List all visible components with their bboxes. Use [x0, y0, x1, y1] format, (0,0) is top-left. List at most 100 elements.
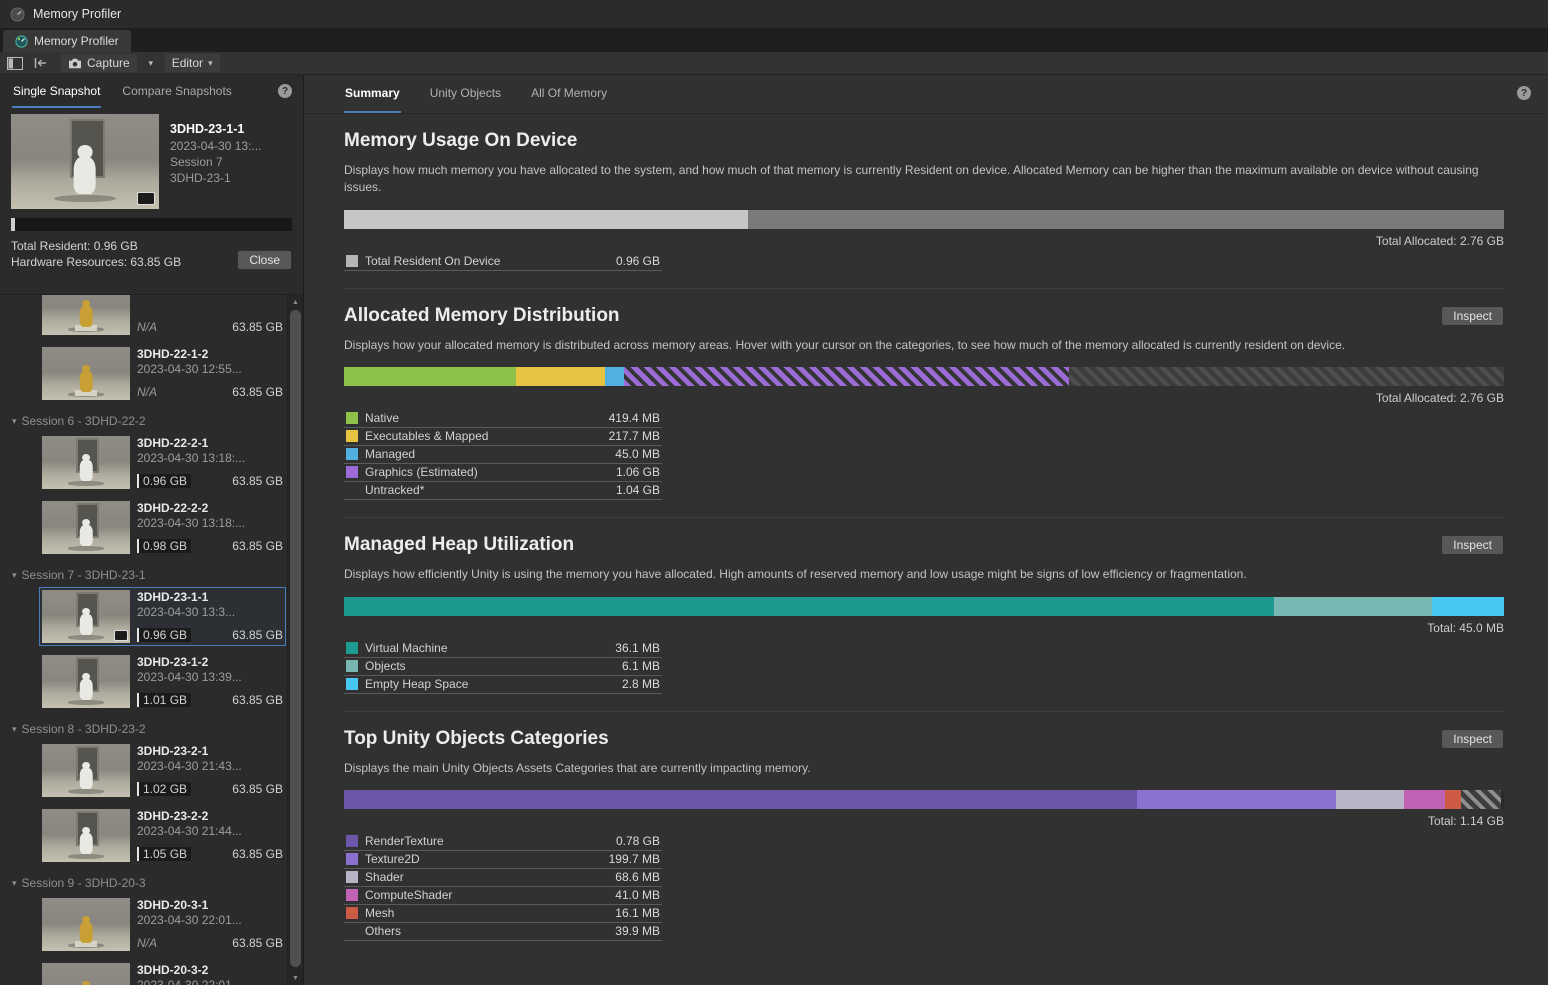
snapshot-date: 2023-04-30 21:44...: [137, 824, 283, 838]
legend-value: 199.7 MB: [609, 852, 660, 866]
section-description: Displays how much memory you have alloca…: [344, 162, 1504, 197]
import-snapshot-button[interactable]: [29, 54, 51, 72]
bar-segment-shader[interactable]: [1336, 790, 1404, 809]
snapshot-info: 3DHD-23-2-22023-04-30 21:44...1.05 GB63.…: [137, 809, 283, 862]
resident-value: N/A: [137, 936, 157, 950]
snapshots-sidebar: Single Snapshot Compare Snapshots ? 3DHD…: [0, 75, 304, 985]
bar-segment-computeshader[interactable]: [1404, 790, 1445, 809]
tab-unity-objects[interactable]: Unity Objects: [429, 75, 502, 113]
gold-statue-figure: [76, 365, 95, 393]
thumbnail-shadow: [68, 481, 105, 485]
legend-row-executables-mapped: Executables & Mapped217.7 MB: [344, 428, 662, 446]
snapshot-item-3dhd-23-2-1[interactable]: 3DHD-23-2-12023-04-30 21:43...1.02 GB63.…: [39, 741, 286, 800]
legend-value: 2.8 MB: [622, 677, 660, 691]
snapshot-item[interactable]: 2023-04-30 12:54...N/A63.85 GB: [39, 295, 286, 338]
session-header-session-8-3dhd-23-2[interactable]: ▾Session 8 - 3DHD-23-2: [0, 717, 288, 739]
legend-swatch-icon: [346, 255, 358, 267]
bar-segment-total-resident-on-device[interactable]: [344, 210, 748, 229]
tab-memory-profiler[interactable]: Memory Profiler: [3, 30, 131, 52]
help-icon[interactable]: ?: [1517, 86, 1531, 100]
snapshot-thumbnail: [42, 655, 130, 708]
window-titlebar: Memory Profiler: [0, 0, 1548, 29]
legend-row-untracked: Untracked*1.04 GB: [344, 482, 662, 500]
session-header-label: Session 8 - 3DHD-23-2: [22, 722, 146, 736]
tab-summary[interactable]: Summary: [344, 75, 401, 113]
session-header-session-7-3dhd-23-1[interactable]: ▾Session 7 - 3DHD-23-1: [0, 563, 288, 585]
snapshot-thumbnail: [42, 436, 130, 489]
snapshot-thumbnail: [42, 809, 130, 862]
snapshot-thumbnail: [42, 963, 130, 985]
legend-label: Mesh: [365, 906, 608, 920]
sidebar-scrollbar[interactable]: ▲ ▼: [287, 295, 303, 985]
bar-segment-managed[interactable]: [605, 367, 624, 386]
bar-segment-objects[interactable]: [1274, 597, 1432, 616]
total-label: Total: 1.14 GB: [344, 814, 1504, 828]
bar-segment-rendertexture[interactable]: [344, 790, 1137, 809]
thumbnail-shadow: [68, 700, 105, 704]
snapshot-item-3dhd-23-1-1[interactable]: 3DHD-23-1-12023-04-30 13:3...0.96 GB63.8…: [39, 587, 286, 646]
snapshot-date: 2023-04-30 13:3...: [137, 605, 283, 619]
bar-segment-untracked[interactable]: [1069, 367, 1504, 386]
capture-dropdown[interactable]: ▾: [140, 54, 162, 72]
snapshot-date: 2023-04-30 13:...: [170, 138, 261, 154]
scrollbar-thumb[interactable]: [290, 310, 301, 967]
total-label: Total: 45.0 MB: [344, 621, 1504, 635]
legend-row-graphics-estimated: Graphics (Estimated)1.06 GB: [344, 464, 662, 482]
snapshot-item-3dhd-22-2-1[interactable]: 3DHD-22-2-12023-04-30 13:18:...0.96 GB63…: [39, 433, 286, 492]
session-header-session-9-3dhd-20-3[interactable]: ▾Session 9 - 3DHD-20-3: [0, 871, 288, 893]
help-icon[interactable]: ?: [278, 84, 292, 98]
snapshot-values: N/A63.85 GB: [137, 936, 283, 951]
snapshot-title: 3DHD-23-1-1: [170, 121, 261, 138]
total-allocated-label: Total Allocated: 2.76 GB: [344, 391, 1504, 405]
legend-row-mesh: Mesh 16.1 MB: [344, 905, 662, 923]
bar-segment-allocated-remainder[interactable]: [748, 210, 1504, 229]
legend-label: Untracked*: [365, 483, 609, 497]
snapshot-item-3dhd-23-2-2[interactable]: 3DHD-23-2-22023-04-30 21:44...1.05 GB63.…: [39, 806, 286, 865]
bar-segment-empty-heap-space[interactable]: [1432, 597, 1504, 616]
resident-memory-fill: [11, 218, 15, 231]
legend-value: 16.1 MB: [615, 906, 660, 920]
astronaut-figure: [76, 762, 95, 790]
snapshot-info: 3DHD-22-1-22023-04-30 12:55...N/A63.85 G…: [137, 347, 283, 400]
bar-segment-virtual-machine[interactable]: [344, 597, 1274, 616]
thumbnail-shadow: [68, 943, 105, 947]
bar-segment-texture2d[interactable]: [1137, 790, 1335, 809]
legend-swatch-icon: [346, 889, 358, 901]
inspect-button[interactable]: Inspect: [1441, 306, 1504, 326]
capture-button[interactable]: Capture: [61, 54, 137, 72]
bar-segment-executables-mapped[interactable]: [516, 367, 605, 386]
scroll-up-icon[interactable]: ▲: [288, 295, 303, 309]
snapshot-item-3dhd-23-1-2[interactable]: 3DHD-23-1-22023-04-30 13:39...1.01 GB63.…: [39, 652, 286, 711]
panel-layout-button[interactable]: [4, 54, 26, 72]
legend-swatch-icon: [346, 835, 358, 847]
inspect-button[interactable]: Inspect: [1441, 535, 1504, 555]
tab-all-of-memory[interactable]: All Of Memory: [530, 75, 608, 113]
resident-value: N/A: [137, 320, 157, 334]
bar-segment-others[interactable]: [1461, 790, 1500, 809]
legend-label: Managed: [365, 447, 608, 461]
session-header-session-6-3dhd-22-2[interactable]: ▾Session 6 - 3DHD-22-2: [0, 409, 288, 431]
snapshot-item-3dhd-20-3-1[interactable]: 3DHD-20-3-12023-04-30 22:01...N/A63.85 G…: [39, 895, 286, 954]
close-button[interactable]: Close: [237, 250, 292, 270]
snapshot-thumbnail: [42, 744, 130, 797]
thumbnail-shadow: [68, 546, 105, 550]
bar-segment-mesh[interactable]: [1445, 790, 1461, 809]
snapshot-values: 1.02 GB63.85 GB: [137, 782, 283, 797]
legend-row-empty-heap-space: Empty Heap Space2.8 MB: [344, 676, 662, 694]
editor-dropdown[interactable]: Editor ▾: [165, 54, 220, 72]
snapshot-item-3dhd-22-1-2[interactable]: 3DHD-22-1-22023-04-30 12:55...N/A63.85 G…: [39, 344, 286, 403]
tab-compare-snapshots[interactable]: Compare Snapshots: [121, 75, 232, 108]
bar-segment-native[interactable]: [344, 367, 516, 386]
tab-single-snapshot[interactable]: Single Snapshot: [12, 75, 101, 108]
legend-label: ComputeShader: [365, 888, 608, 902]
session-header-label: Session 6 - 3DHD-22-2: [22, 414, 146, 428]
legend-label: Virtual Machine: [365, 641, 608, 655]
inspect-button[interactable]: Inspect: [1441, 729, 1504, 749]
legend-row-computeshader: ComputeShader41.0 MB: [344, 887, 662, 905]
section-title: Memory Usage On Device: [344, 130, 577, 152]
snapshot-item-3dhd-22-2-2[interactable]: 3DHD-22-2-22023-04-30 13:18:...0.98 GB63…: [39, 498, 286, 557]
legend-swatch-icon: [346, 853, 358, 865]
bar-segment-graphics-estimated[interactable]: [624, 367, 1069, 386]
snapshot-title: 3DHD-23-2-2: [137, 809, 283, 823]
snapshot-item-3dhd-20-3-2[interactable]: 3DHD-20-3-22023-04-30 22:01...N/A63.85 G…: [39, 960, 286, 985]
